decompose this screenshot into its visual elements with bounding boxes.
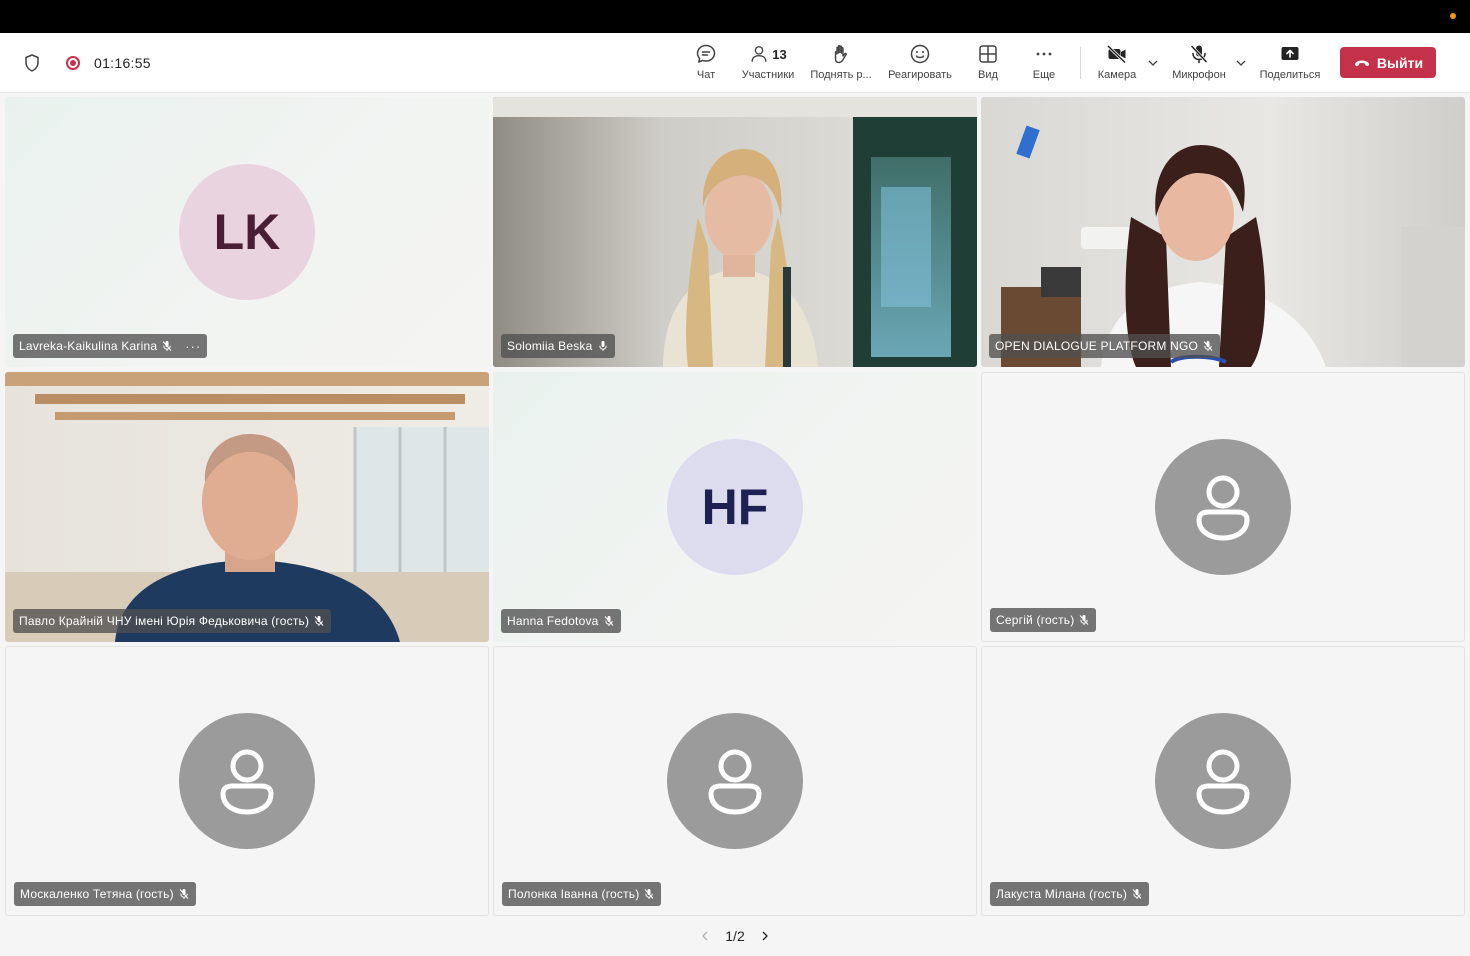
participant-name: Лакуста Мілана (гость) [996,887,1128,901]
participant-name-tag: Hanna Fedotova [501,609,621,633]
participant-video [981,97,1465,367]
participant-video [493,97,977,367]
mic-icon [598,341,607,351]
react-button[interactable]: Реагировать [884,43,956,87]
more-options-icon[interactable]: ··· [185,339,201,354]
meeting-toolbar: 01:16:55 Чат 13 Участники Поднять р... Р… [0,33,1470,93]
chat-label: Чат [696,69,716,81]
participant-name: Hanna Fedotova [507,614,599,628]
page-indicator: 1/2 [725,928,745,944]
mic-off-icon [1190,44,1208,64]
participant-name: Сергій (гость) [996,613,1075,627]
avatar: HF [667,439,803,575]
participant-video [5,372,489,642]
participant-name-tag: Lavreka-Kaikulina Karina ··· [13,334,208,358]
avatar: LK [179,164,315,300]
avatar [667,713,803,849]
react-label: Реагировать [888,69,952,81]
mic-muted-icon [179,889,189,899]
raise-hand-label: Поднять р... [810,69,872,81]
participant-name: Москаленко Тетяна (гость) [20,887,174,901]
participant-name-tag: OPEN DIALOGUE PLATFORM NGO [989,334,1221,358]
mic-muted-icon [1132,889,1142,899]
people-icon [751,46,767,62]
status-dot-icon [1450,13,1456,19]
hang-up-icon [1354,60,1369,66]
meeting-info: 01:16:55 [22,33,151,93]
microphone-options-chevron-icon[interactable] [1235,57,1247,69]
mic-muted-icon [314,616,324,626]
pagination: 1/2 [0,925,1470,947]
participant-name: OPEN DIALOGUE PLATFORM NGO [995,339,1199,353]
view-button[interactable]: Вид [970,43,1006,87]
participant-name: Полонка Іванна (гость) [508,887,640,901]
participant-tile[interactable]: Сергій (гость) [981,372,1465,642]
participant-name-tag: Полонка Іванна (гость) [502,882,662,906]
participant-name-tag: Москаленко Тетяна (гость) [14,882,196,906]
share-icon [1281,47,1299,60]
participants-label: Участники [741,69,795,81]
participant-grid: LK Lavreka-Kaikulina Karina ··· Solomiia… [5,97,1465,917]
participant-tile[interactable]: Лакуста Мілана (гость) [981,646,1465,916]
participant-name: Solomiia Beska [507,339,593,353]
participant-tile[interactable]: Павло Крайній ЧНУ імені Юрія Федьковича … [5,372,489,642]
participant-tile[interactable]: Solomiia Beska [493,97,977,367]
hand-icon [834,45,847,64]
microphone-button[interactable]: Микрофон [1168,43,1230,87]
participant-name-tag: Solomiia Beska [501,334,615,358]
participant-tile[interactable]: Полонка Іванна (гость) [493,646,977,916]
camera-options-chevron-icon[interactable] [1147,57,1159,69]
mic-muted-icon [604,616,613,626]
shield-icon[interactable] [22,53,42,73]
participant-tile[interactable]: OPEN DIALOGUE PLATFORM NGO [981,97,1465,367]
mic-muted-icon [645,889,654,899]
leave-label: Выйти [1376,54,1424,71]
mic-muted-icon [1203,341,1213,351]
microphone-label: Микрофон [1172,69,1226,81]
participant-name: Lavreka-Kaikulina Karina [19,339,158,353]
chat-icon [696,44,716,63]
participant-name-tag: Лакуста Мілана (гость) [990,882,1150,906]
smiley-icon [910,44,930,64]
avatar [1155,439,1291,575]
person-icon [1196,749,1250,815]
mic-muted-icon [1080,615,1089,625]
person-icon [708,749,762,815]
chat-button[interactable]: Чат [686,43,726,87]
participants-count: 13 [772,46,787,62]
participant-tile[interactable]: HF Hanna Fedotova [493,372,977,642]
avatar [1155,713,1291,849]
camera-label: Камера [1097,69,1137,81]
chevron-right-icon[interactable] [759,930,771,942]
share-label: Поделиться [1259,69,1321,81]
share-button[interactable]: Поделиться [1256,43,1324,87]
participant-name: Павло Крайній ЧНУ імені Юрія Федьковича … [19,614,310,628]
person-icon [220,749,274,815]
raise-hand-button[interactable]: Поднять р... [806,43,876,87]
participants-button[interactable]: 13 Участники [738,43,798,87]
more-label: Еще [1032,69,1056,81]
avatar [179,713,315,849]
participant-name-tag: Сергій (гость) [990,608,1097,632]
more-button[interactable]: Еще [1026,43,1062,87]
view-label: Вид [978,69,998,81]
grid-icon [979,45,997,63]
participant-tile[interactable]: LK Lavreka-Kaikulina Karina ··· [5,97,489,367]
mic-muted-icon [162,341,172,351]
chevron-left-icon[interactable] [699,930,711,942]
toolbar-divider [1080,47,1081,79]
camera-button[interactable]: Камера [1094,43,1140,87]
person-icon [1196,475,1250,541]
more-icon [1036,52,1052,56]
leave-button[interactable]: Выйти [1340,47,1436,78]
camera-off-icon [1106,44,1127,64]
participant-name-tag: Павло Крайній ЧНУ імені Юрія Федьковича … [13,609,332,633]
participant-tile[interactable]: Москаленко Тетяна (гость) [5,646,489,916]
system-top-bar [0,0,1470,33]
meeting-timer: 01:16:55 [94,55,151,71]
recording-icon [66,56,80,70]
